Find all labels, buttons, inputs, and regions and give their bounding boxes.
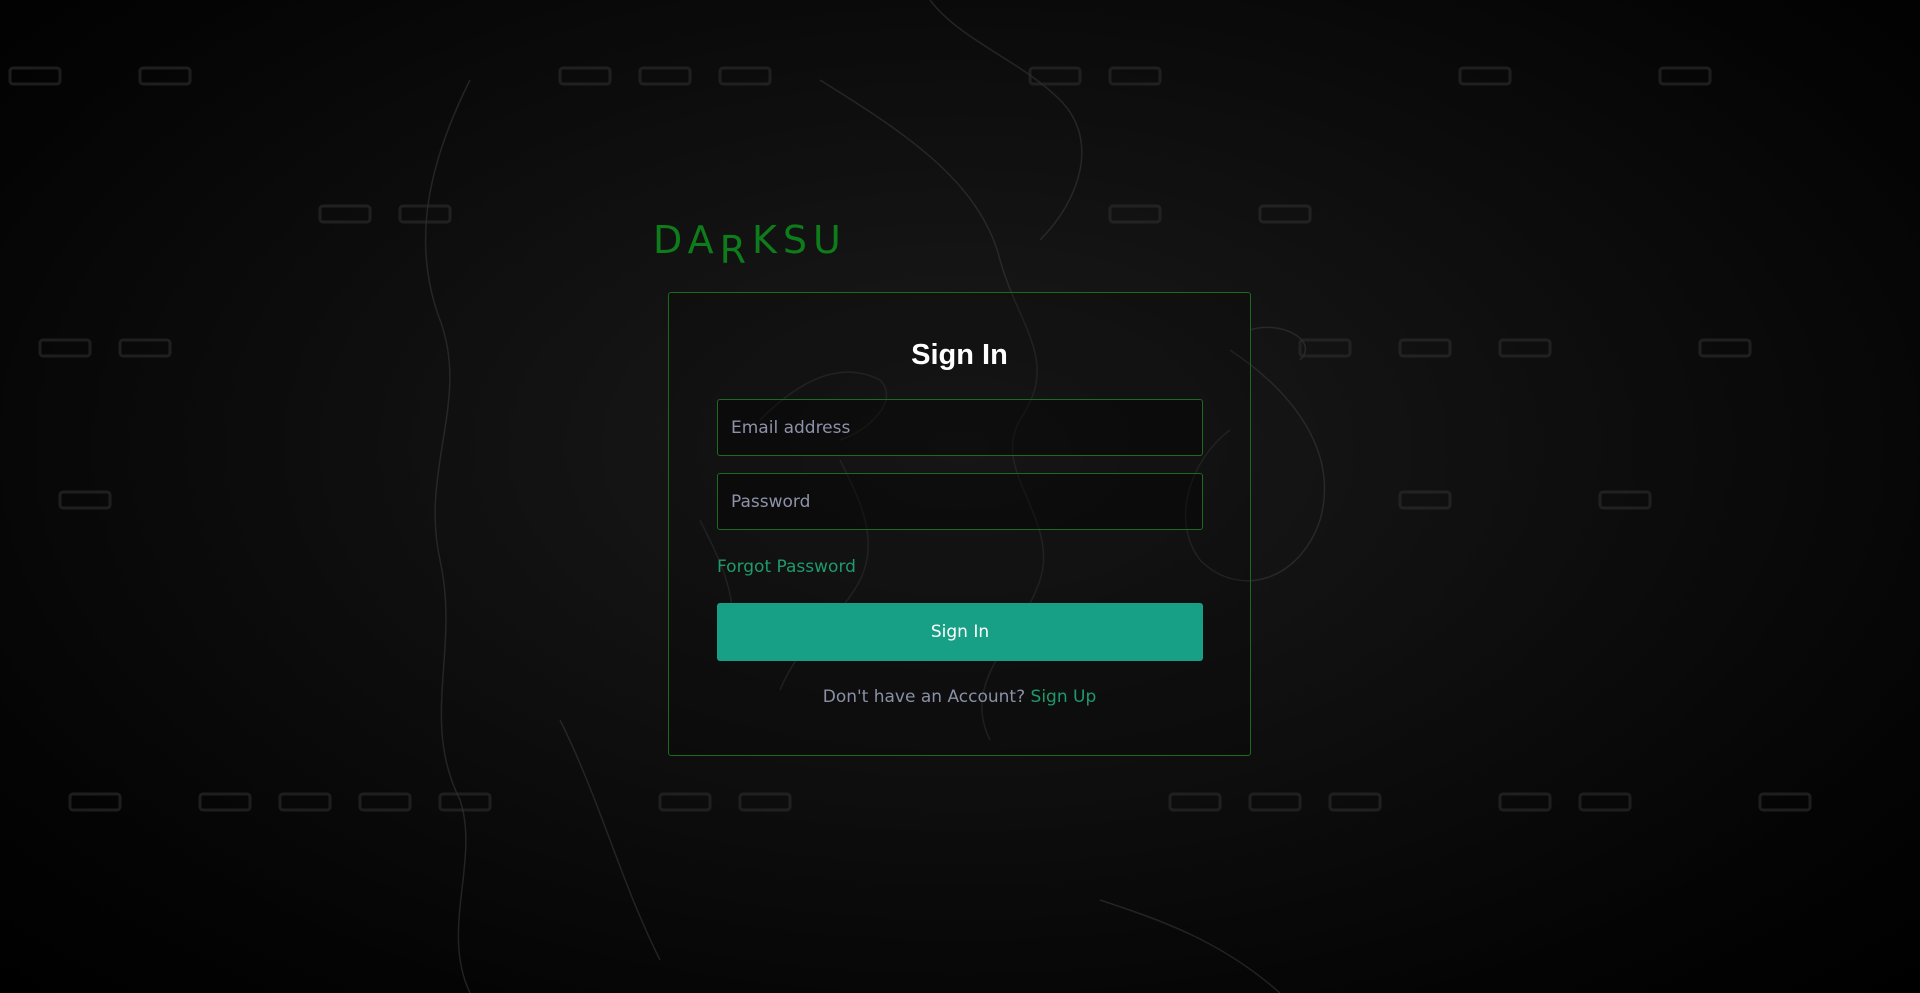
logo-text-part3: KSU <box>752 218 847 262</box>
no-account-text: Don't have an Account? <box>822 687 1026 707</box>
page-title: Sign In <box>911 339 1008 371</box>
logo-text-part1: DA <box>653 218 720 262</box>
logo-text-part2: R <box>719 228 752 272</box>
signin-card: Sign In Forgot Password Sign In Don't ha… <box>668 292 1251 756</box>
signup-prompt: Don't have an Account? Sign Up <box>669 687 1250 707</box>
signup-link[interactable]: Sign Up <box>1031 687 1097 707</box>
signin-button[interactable]: Sign In <box>717 603 1203 661</box>
password-field[interactable] <box>717 473 1203 530</box>
brand-logo: DARKSU <box>653 218 847 272</box>
email-field[interactable] <box>717 399 1203 456</box>
forgot-password-link[interactable]: Forgot Password <box>717 557 856 577</box>
